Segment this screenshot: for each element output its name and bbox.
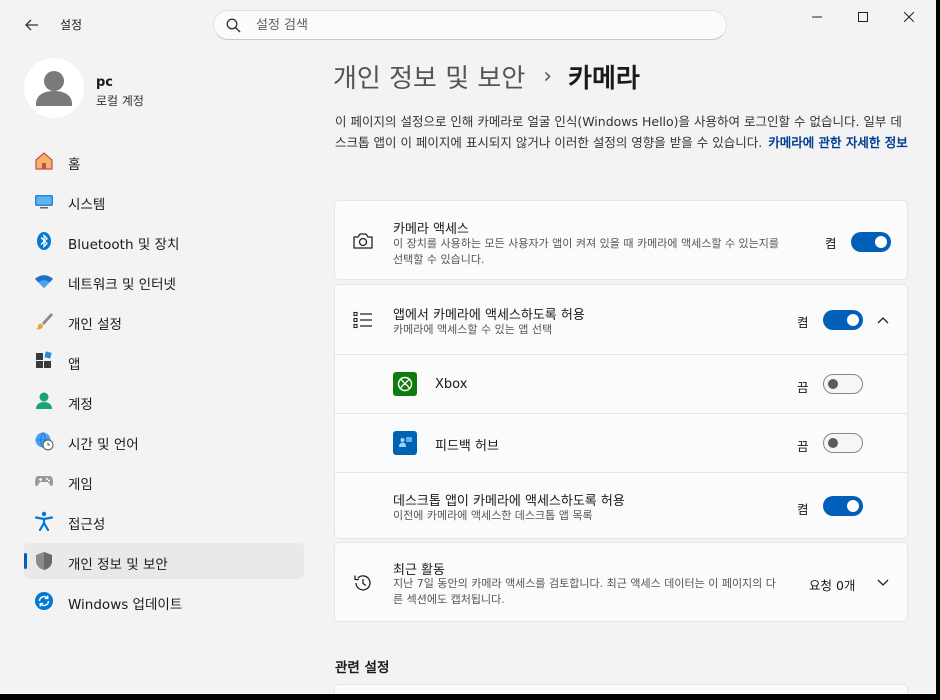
sidebar-item-label: 앱: [68, 357, 81, 373]
gamepad-icon: [34, 471, 54, 491]
sidebar-item-apps[interactable]: 앱: [24, 343, 304, 379]
desktop-apps-toggle[interactable]: [823, 496, 863, 516]
chevron-up-icon[interactable]: [873, 310, 893, 330]
minimize-icon: [812, 16, 822, 18]
desktop-apps-title: 데스크톱 앱이 카메라에 액세스하도록 허용: [393, 494, 625, 509]
camera-access-title: 카메라 액세스: [393, 222, 469, 237]
related-settings-heading: 관련 설정: [335, 660, 390, 676]
sidebar-item-label: Bluetooth 및 장치: [68, 237, 180, 253]
app-row-xbox: Xbox 끔: [335, 354, 907, 413]
list-icon: [351, 308, 375, 332]
breadcrumb-parent[interactable]: 개인 정보 및 보안: [333, 58, 525, 95]
feedback-hub-icon: [393, 431, 417, 455]
sidebar-item-label: 개인 설정: [68, 317, 122, 333]
sidebar-item-home[interactable]: 홈: [24, 143, 304, 179]
sidebar-nav: 홈 시스템 Bluetooth 및 장치 네트워크 및 인터넷 개인 설정 앱 …: [24, 143, 304, 623]
sidebar-item-label: 시간 및 언어: [68, 437, 139, 453]
shield-icon: [34, 551, 54, 571]
sidebar-item-gaming[interactable]: 게임: [24, 463, 304, 499]
sidebar-item-privacy-security[interactable]: 개인 정보 및 보안: [24, 543, 304, 579]
wifi-icon: [34, 271, 54, 291]
sidebar-item-label: 네트워크 및 인터넷: [68, 277, 176, 293]
sidebar-item-system[interactable]: 시스템: [24, 183, 304, 219]
breadcrumb-separator: ›: [543, 63, 553, 89]
sidebar-item-time-language[interactable]: 시간 및 언어: [24, 423, 304, 459]
xbox-camera-toggle[interactable]: [823, 374, 863, 394]
sidebar-item-label: 게임: [68, 477, 93, 493]
app-state: 끔: [797, 380, 809, 395]
minimize-button[interactable]: [794, 0, 840, 34]
camera-access-card: 카메라 액세스 이 장치를 사용하는 모든 사용자가 앱이 켜져 있을 때 카메…: [334, 200, 908, 280]
search-box[interactable]: [213, 10, 727, 40]
profile-account-type: 로컬 계정: [96, 94, 144, 108]
sidebar-item-personalization[interactable]: 개인 설정: [24, 303, 304, 339]
request-count: 요청 0개: [809, 578, 856, 593]
sidebar-item-label: 접근성: [68, 517, 106, 533]
accessibility-icon: [34, 511, 54, 531]
app-name: 피드백 허브: [435, 439, 499, 454]
desktop-apps-state: 켬: [797, 502, 809, 517]
app-title: 설정: [60, 18, 83, 32]
globe-clock-icon: [34, 431, 54, 451]
apps-icon: [34, 351, 54, 371]
search-input[interactable]: [256, 17, 696, 33]
app-access-desc: 카메라에 액세스할 수 있는 앱 선택: [393, 323, 553, 336]
app-access-title: 앱에서 카메라에 액세스하도록 허용: [393, 308, 585, 323]
breadcrumb: 개인 정보 및 보안 › 카메라: [333, 56, 640, 96]
app-name: Xbox: [435, 377, 468, 392]
recent-activity-row: 최근 활동 지난 7일 동안의 카메라 액세스를 검토합니다. 최근 액세스 데…: [335, 543, 907, 621]
search-icon: [226, 17, 242, 33]
recent-activity-desc: 지난 7일 동안의 카메라 액세스를 검토합니다. 최근 액세스 데이터는 이 …: [393, 577, 776, 606]
home-icon: [34, 151, 54, 171]
brush-icon: [34, 311, 54, 331]
sidebar-item-network[interactable]: 네트워크 및 인터넷: [24, 263, 304, 299]
camera-access-row: 카메라 액세스 이 장치를 사용하는 모든 사용자가 앱이 켜져 있을 때 카메…: [335, 201, 907, 279]
camera-access-state: 켬: [825, 236, 837, 251]
sidebar-item-label: 계정: [68, 397, 93, 413]
settings-window: 설정 pc 로컬 계정 홈: [0, 0, 936, 694]
feedback-hub-camera-toggle[interactable]: [823, 433, 863, 453]
sidebar-item-accounts[interactable]: 계정: [24, 383, 304, 419]
page-title: 카메라: [568, 63, 640, 94]
maximize-button[interactable]: [840, 0, 886, 34]
person-icon: [34, 391, 54, 411]
sidebar-item-windows-update[interactable]: Windows 업데이트: [24, 583, 304, 619]
related-settings-card[interactable]: [334, 684, 908, 694]
sidebar-item-label: 시스템: [68, 197, 106, 213]
close-icon: [904, 12, 914, 22]
recent-activity-card[interactable]: 최근 활동 지난 7일 동안의 카메라 액세스를 검토합니다. 최근 액세스 데…: [334, 542, 908, 622]
title-bar: 설정: [0, 0, 936, 48]
user-profile[interactable]: pc 로컬 계정: [24, 58, 304, 118]
camera-access-toggle[interactable]: [851, 232, 891, 252]
sidebar-item-label: 개인 정보 및 보안: [68, 557, 168, 573]
app-row-feedback-hub: 피드백 허브 끔: [335, 413, 907, 472]
app-access-state: 켬: [797, 315, 809, 330]
desktop-apps-desc: 이전에 카메라에 액세스한 데스크톱 앱 목록: [393, 509, 593, 522]
system-icon: [34, 191, 54, 211]
sidebar-item-label: 홈: [68, 157, 81, 173]
camera-icon: [351, 229, 375, 253]
sidebar-item-label: Windows 업데이트: [68, 597, 183, 613]
desktop-apps-row: 데스크톱 앱이 카메라에 액세스하도록 허용 이전에 카메라에 액세스한 데스크…: [335, 472, 907, 538]
sidebar-item-accessibility[interactable]: 접근성: [24, 503, 304, 539]
app-access-row[interactable]: 앱에서 카메라에 액세스하도록 허용 카메라에 액세스할 수 있는 앱 선택 켬: [335, 285, 907, 354]
sidebar-item-bluetooth[interactable]: Bluetooth 및 장치: [24, 223, 304, 259]
learn-more-link[interactable]: 카메라에 관한 자세한 정보: [768, 135, 908, 150]
avatar: [24, 58, 84, 118]
intro-paragraph: 이 페이지의 설정으로 인해 카메라로 얼굴 인식(Windows Hello)…: [335, 111, 910, 153]
back-arrow-icon: [25, 19, 38, 31]
app-access-toggle[interactable]: [823, 310, 863, 330]
app-state: 끔: [797, 439, 809, 454]
bluetooth-icon: [34, 231, 54, 251]
close-button[interactable]: [886, 0, 932, 34]
app-access-card: 앱에서 카메라에 액세스하도록 허용 카메라에 액세스할 수 있는 앱 선택 켬…: [334, 284, 908, 539]
history-icon: [351, 571, 375, 595]
update-icon: [34, 591, 54, 611]
back-button[interactable]: [18, 12, 46, 38]
maximize-icon: [858, 12, 868, 22]
xbox-icon: [393, 372, 417, 396]
camera-access-desc: 이 장치를 사용하는 모든 사용자가 앱이 켜져 있을 때 카메라에 액세스할 …: [393, 237, 780, 266]
profile-name: pc: [96, 75, 114, 90]
chevron-down-icon[interactable]: [873, 573, 893, 593]
